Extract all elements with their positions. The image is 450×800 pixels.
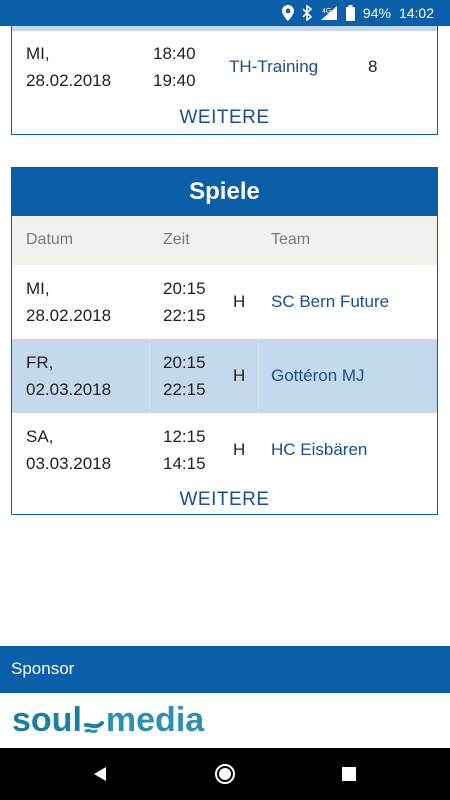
game-start: 20:15	[163, 353, 206, 372]
game-day: SA,	[26, 427, 54, 446]
android-nav-bar	[0, 748, 450, 800]
status-bar: 4G 94% 14:02	[0, 0, 450, 26]
game-start: 12:15	[163, 427, 206, 446]
column-divider	[258, 339, 259, 413]
table-row[interactable]: MI, 28.02.2018 20:15 22:15 H SC Bern Fut…	[12, 265, 437, 339]
game-home-away: H	[233, 292, 246, 311]
training-card: MI, 28.02.2018 18:40 19:40 TH-Training 8…	[11, 26, 438, 135]
games-table-header: Datum Zeit Team	[12, 216, 437, 265]
game-date: 02.03.2018	[26, 380, 112, 399]
logo-text-left: soul	[12, 701, 82, 739]
training-day: MI,	[26, 44, 50, 63]
sponsor-logo[interactable]: soul media	[12, 701, 204, 740]
game-end: 14:15	[163, 454, 206, 473]
training-date: 28.02.2018	[26, 71, 112, 90]
training-start: 18:40	[153, 44, 196, 63]
back-icon[interactable]	[86, 760, 114, 788]
game-start: 20:15	[163, 279, 206, 298]
games-card: Spiele Datum Zeit Team MI, 28.02.2018 20…	[11, 167, 438, 515]
game-home-away: H	[233, 366, 246, 385]
column-time: Zeit	[163, 231, 190, 248]
training-row[interactable]: MI, 28.02.2018 18:40 19:40 TH-Training 8	[12, 40, 437, 96]
card-header-strip	[12, 26, 437, 31]
game-end: 22:15	[163, 380, 206, 399]
bluetooth-icon	[302, 5, 312, 21]
sponsor-label: Sponsor	[11, 659, 75, 678]
game-team-link[interactable]: HC Eisbären	[271, 436, 367, 463]
training-count: 8	[368, 57, 378, 76]
location-icon	[281, 5, 294, 21]
main-content[interactable]: MI, 28.02.2018 18:40 19:40 TH-Training 8…	[0, 26, 450, 646]
sponsor-bar: Sponsor	[0, 646, 450, 693]
sponsor-logo-area[interactable]: soul media	[0, 693, 450, 748]
games-more-link[interactable]: WEITERE	[12, 489, 437, 511]
game-home-away: H	[233, 440, 246, 459]
game-end: 22:15	[163, 306, 206, 325]
logo-text-right: media	[105, 701, 205, 739]
training-more-link[interactable]: WEITERE	[12, 107, 437, 129]
table-row[interactable]: SA, 03.03.2018 12:15 14:15 H HC Eisbären	[12, 413, 437, 487]
clock: 14:02	[398, 5, 434, 21]
training-name-link[interactable]: TH-Training	[229, 53, 318, 80]
column-divider	[149, 339, 150, 413]
battery-percent: 94%	[362, 5, 391, 21]
signal-icon: 4G	[320, 5, 338, 21]
game-date: 28.02.2018	[26, 306, 112, 325]
game-date: 03.03.2018	[26, 454, 112, 473]
game-team-link[interactable]: Gottéron MJ	[271, 362, 365, 389]
game-team-link[interactable]: SC Bern Future	[271, 288, 389, 315]
svg-text:4G: 4G	[322, 8, 331, 15]
battery-icon	[345, 5, 355, 21]
home-icon[interactable]	[211, 760, 239, 788]
table-row[interactable]: FR, 02.03.2018 20:15 22:15 H Gottéron MJ	[12, 339, 437, 413]
column-team: Team	[271, 231, 311, 248]
logo-swirl-icon	[83, 721, 104, 734]
game-day: FR,	[26, 353, 54, 372]
games-title: Spiele	[12, 168, 437, 216]
recents-icon[interactable]	[335, 760, 363, 788]
game-day: MI,	[26, 279, 50, 298]
column-date: Datum	[26, 231, 74, 248]
training-end: 19:40	[153, 71, 196, 90]
